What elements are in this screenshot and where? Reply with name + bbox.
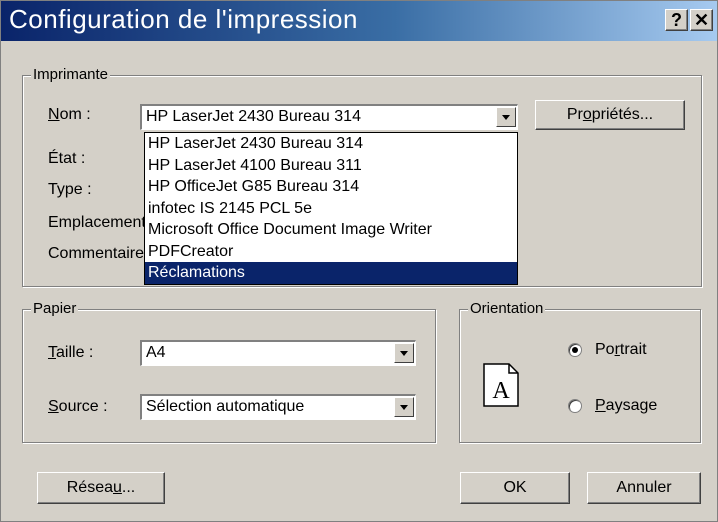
printer-option[interactable]: HP LaserJet 2430 Bureau 314 bbox=[145, 133, 517, 155]
printer-dropdown-list[interactable]: HP LaserJet 2430 Bureau 314 HP LaserJet … bbox=[144, 132, 518, 285]
close-button[interactable]: ✕ bbox=[690, 9, 713, 31]
paper-size-label: Taille : bbox=[48, 344, 94, 361]
paper-size-dropdown-arrow-icon[interactable] bbox=[394, 343, 414, 363]
paper-source-label: Source : bbox=[48, 398, 108, 415]
printer-name-label: Nom : bbox=[48, 106, 91, 123]
paper-group: Papier bbox=[22, 300, 436, 443]
printer-location-label: Emplacement bbox=[48, 214, 146, 231]
landscape-label[interactable]: Paysage bbox=[595, 397, 657, 415]
paper-size-value: A4 bbox=[146, 344, 166, 361]
ok-button[interactable]: OK bbox=[460, 472, 570, 504]
printer-option[interactable]: Microsoft Office Document Image Writer bbox=[145, 219, 517, 241]
portrait-radio[interactable] bbox=[568, 343, 582, 357]
printer-option-highlighted[interactable]: Réclamations bbox=[145, 262, 517, 284]
portrait-label[interactable]: Portrait bbox=[595, 341, 647, 359]
paper-group-label: Papier bbox=[31, 300, 79, 317]
cancel-button[interactable]: Annuler bbox=[587, 472, 701, 504]
portrait-page-icon: A bbox=[483, 363, 519, 407]
printer-type-label: Type : bbox=[48, 181, 92, 198]
printer-name-combobox[interactable]: HP LaserJet 2430 Bureau 314 bbox=[140, 104, 518, 130]
printer-option[interactable]: infotec IS 2145 PCL 5e bbox=[145, 198, 517, 220]
properties-button[interactable]: Propriétés... bbox=[535, 100, 685, 130]
printer-dropdown-arrow-icon[interactable] bbox=[496, 107, 516, 127]
landscape-radio[interactable] bbox=[568, 399, 582, 413]
window-title: Configuration de l'impression bbox=[9, 4, 358, 34]
network-button[interactable]: Réseau... bbox=[37, 472, 165, 504]
paper-source-value: Sélection automatique bbox=[146, 398, 305, 415]
title-bar[interactable]: Configuration de l'impression ? ✕ bbox=[1, 1, 717, 41]
print-setup-dialog: Configuration de l'impression ? ✕ Imprim… bbox=[0, 0, 718, 522]
printer-option[interactable]: HP OfficeJet G85 Bureau 314 bbox=[145, 176, 517, 198]
printer-option[interactable]: HP LaserJet 4100 Bureau 311 bbox=[145, 155, 517, 177]
printer-option[interactable]: PDFCreator bbox=[145, 241, 517, 263]
paper-source-combobox[interactable]: Sélection automatique bbox=[140, 394, 416, 420]
printer-name-value: HP LaserJet 2430 Bureau 314 bbox=[146, 108, 361, 125]
svg-text:A: A bbox=[492, 378, 510, 404]
paper-source-dropdown-arrow-icon[interactable] bbox=[394, 397, 414, 417]
printer-comment-label: Commentaire bbox=[48, 245, 145, 262]
help-button[interactable]: ? bbox=[665, 9, 688, 31]
printer-state-label: État : bbox=[48, 150, 86, 167]
orientation-group-label: Orientation bbox=[468, 300, 546, 317]
paper-size-combobox[interactable]: A4 bbox=[140, 340, 416, 366]
printer-group-label: Imprimante bbox=[31, 66, 111, 83]
